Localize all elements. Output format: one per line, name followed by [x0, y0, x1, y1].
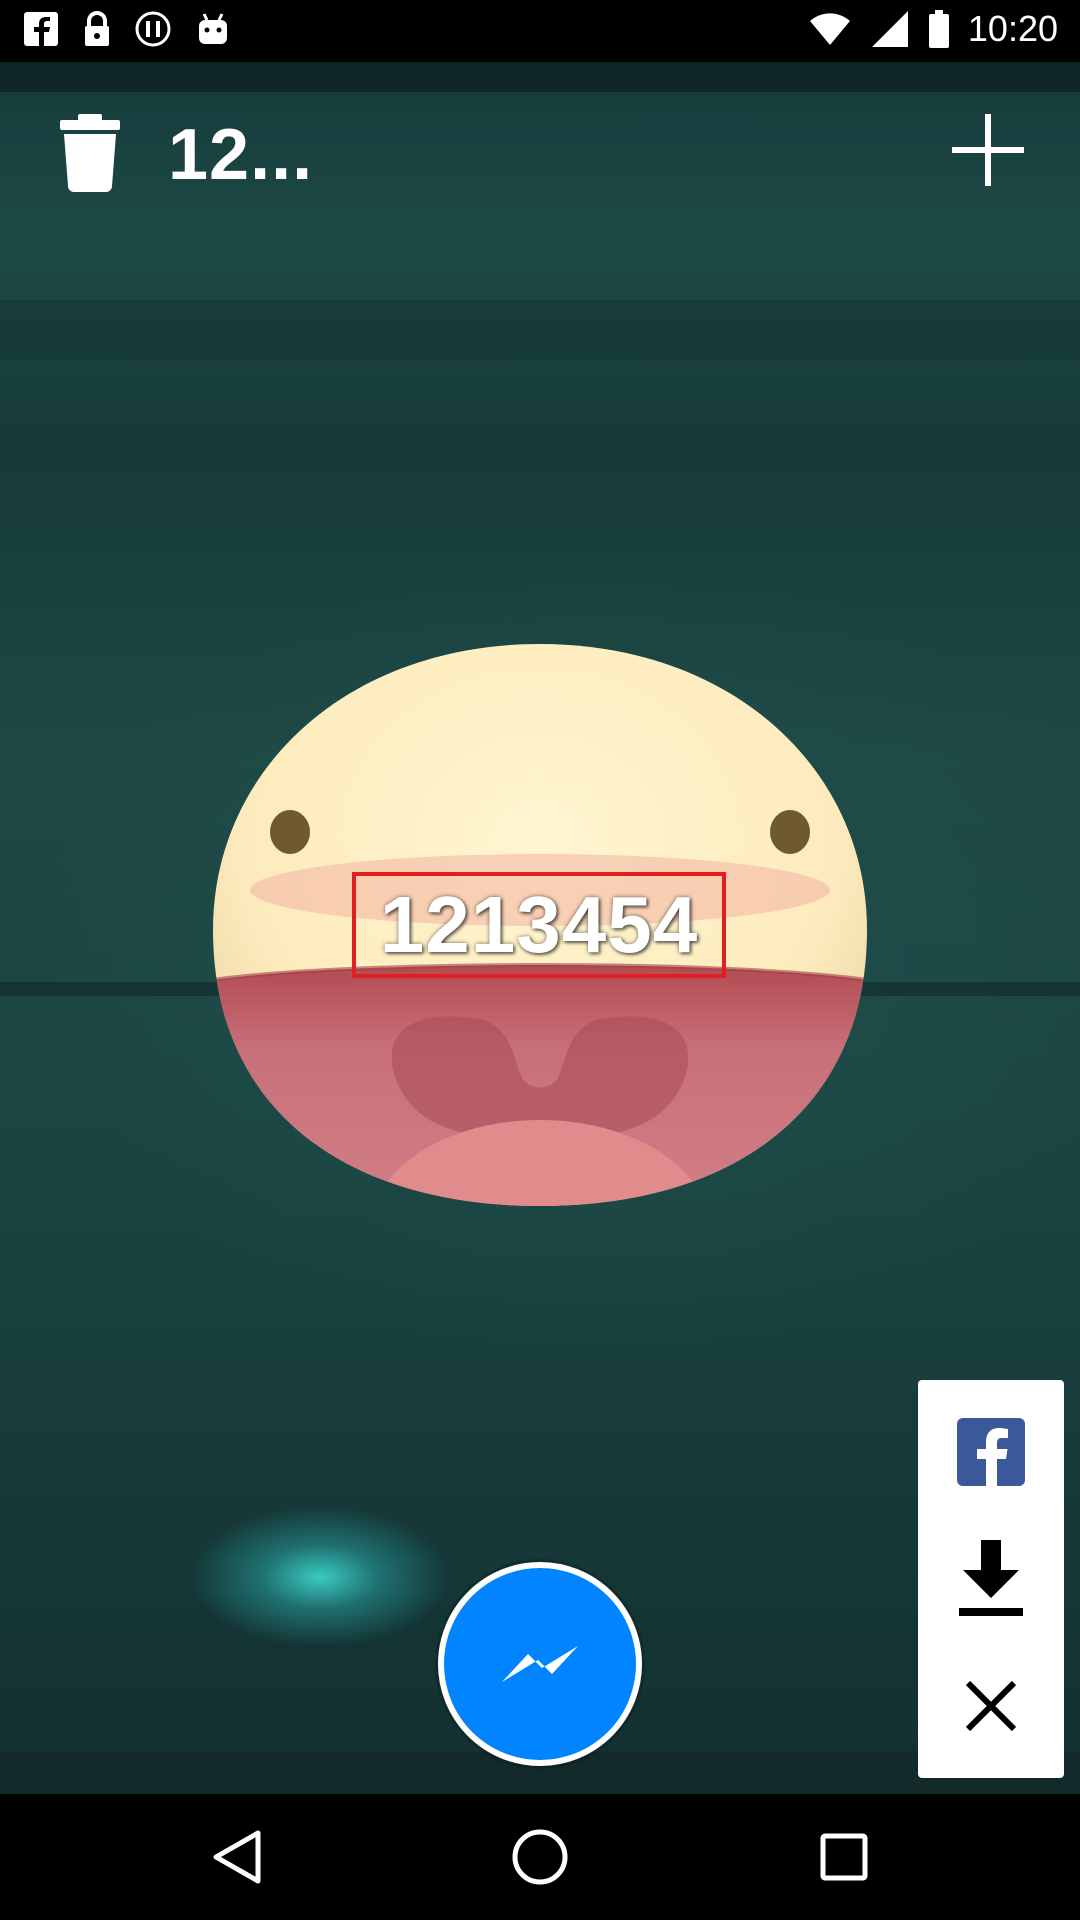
status-icons-left	[22, 10, 232, 48]
close-icon	[965, 1680, 1017, 1732]
trash-icon	[60, 114, 120, 192]
recents-icon	[820, 1833, 868, 1881]
nav-home-button[interactable]	[490, 1814, 590, 1900]
back-icon	[213, 1830, 261, 1884]
share-facebook-button[interactable]	[918, 1392, 1064, 1512]
sticker-caption-box[interactable]: 1213454	[352, 872, 726, 978]
photo-shadow-band	[0, 62, 1080, 92]
sticker-caption: 1213454	[379, 880, 699, 969]
status-time: 10:20	[967, 8, 1058, 49]
signal-icon	[871, 11, 908, 47]
download-icon	[959, 1540, 1023, 1616]
facebook-icon	[24, 12, 58, 46]
android-icon	[199, 13, 227, 44]
status-icons-right: 10:20	[808, 8, 1058, 50]
messenger-send-button[interactable]	[438, 1562, 642, 1766]
photo-shadow-band	[0, 300, 1080, 360]
download-button[interactable]	[918, 1518, 1064, 1638]
alert-circle-icon	[135, 11, 171, 47]
lock-icon	[85, 11, 109, 46]
status-bar: 10:20	[0, 0, 1080, 62]
sticker-title[interactable]: 12...	[168, 114, 313, 196]
facebook-icon	[957, 1418, 1025, 1486]
home-icon	[512, 1829, 568, 1885]
delete-button[interactable]	[58, 112, 122, 192]
nav-recents-button[interactable]	[794, 1814, 894, 1900]
wifi-icon	[809, 13, 850, 45]
battery-icon	[928, 10, 949, 48]
nav-back-button[interactable]	[186, 1814, 286, 1900]
add-button[interactable]	[952, 114, 1024, 186]
close-button[interactable]	[918, 1646, 1064, 1766]
messenger-icon	[502, 1646, 578, 1682]
navigation-bar	[0, 1794, 1080, 1920]
plus-icon	[952, 114, 1024, 186]
share-panel	[918, 1380, 1064, 1778]
